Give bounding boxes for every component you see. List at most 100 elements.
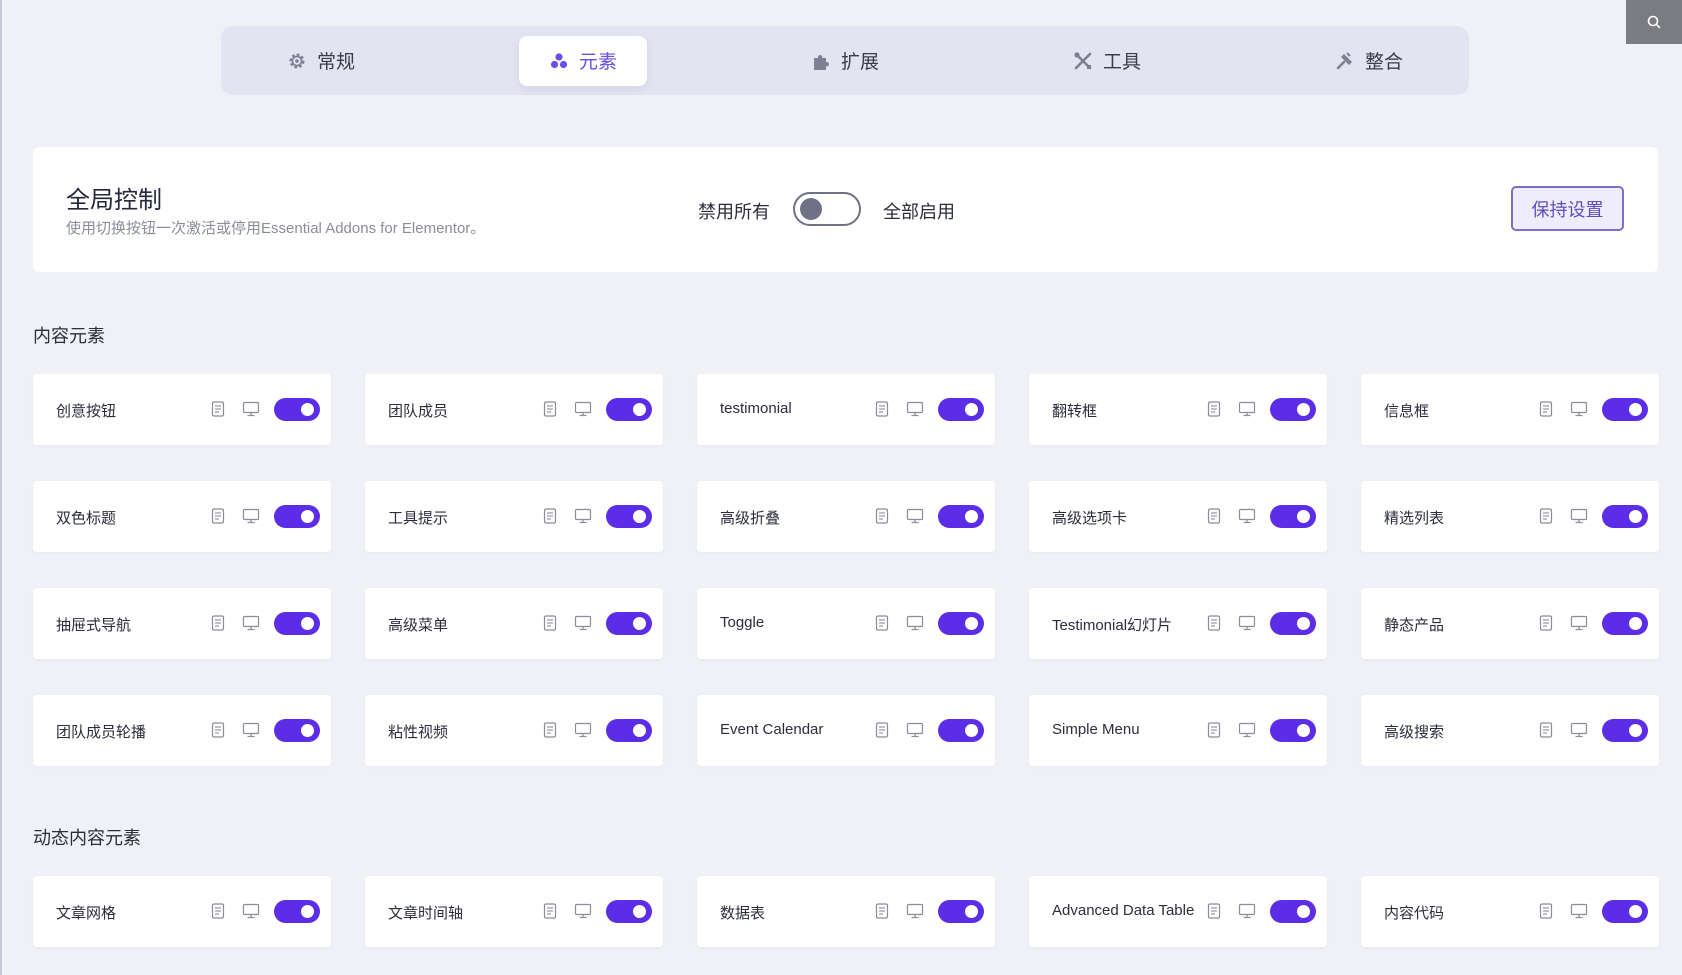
monitor-icon[interactable]: [906, 401, 924, 417]
monitor-icon[interactable]: [242, 615, 260, 631]
monitor-icon[interactable]: [574, 722, 592, 738]
element-name: 抽屉式导航: [56, 617, 132, 634]
monitor-icon[interactable]: [574, 903, 592, 919]
documentation-icon[interactable]: [211, 508, 225, 524]
documentation-icon[interactable]: [543, 508, 557, 524]
element-toggle[interactable]: [1270, 505, 1316, 528]
monitor-icon[interactable]: [1570, 508, 1588, 524]
documentation-icon[interactable]: [1539, 401, 1553, 417]
element-toggle[interactable]: [1270, 900, 1316, 923]
monitor-icon[interactable]: [574, 508, 592, 524]
tools-icon: [1074, 51, 1092, 69]
monitor-icon[interactable]: [906, 615, 924, 631]
monitor-icon[interactable]: [1570, 401, 1588, 417]
documentation-icon[interactable]: [875, 722, 889, 738]
element-card: 工具提示: [365, 481, 663, 552]
element-toggle[interactable]: [938, 505, 984, 528]
tab-tools[interactable]: 工具: [1043, 36, 1171, 86]
element-card: 文章时间轴: [365, 876, 663, 947]
documentation-icon[interactable]: [1207, 401, 1221, 417]
documentation-icon[interactable]: [211, 722, 225, 738]
element-toggle[interactable]: [1270, 612, 1316, 635]
documentation-icon[interactable]: [211, 401, 225, 417]
element-toggle[interactable]: [274, 505, 320, 528]
monitor-icon[interactable]: [242, 722, 260, 738]
monitor-icon[interactable]: [574, 615, 592, 631]
element-toggle[interactable]: [1602, 900, 1648, 923]
window-edge: [0, 0, 2, 975]
documentation-icon[interactable]: [543, 722, 557, 738]
element-toggle[interactable]: [274, 900, 320, 923]
element-card: 高级折叠: [697, 481, 995, 552]
toggle-knob: [633, 403, 646, 416]
monitor-icon[interactable]: [1238, 401, 1256, 417]
element-toggle[interactable]: [1270, 398, 1316, 421]
element-toggle[interactable]: [274, 612, 320, 635]
puzzle-icon: [813, 54, 829, 70]
element-toggle[interactable]: [1602, 612, 1648, 635]
monitor-icon[interactable]: [1238, 615, 1256, 631]
monitor-icon[interactable]: [1238, 508, 1256, 524]
monitor-icon[interactable]: [574, 401, 592, 417]
monitor-icon[interactable]: [1238, 722, 1256, 738]
element-toggle[interactable]: [606, 505, 652, 528]
documentation-icon[interactable]: [1207, 722, 1221, 738]
search-button[interactable]: [1626, 0, 1682, 44]
element-toggle[interactable]: [1602, 398, 1648, 421]
element-toggle[interactable]: [606, 719, 652, 742]
element-toggle[interactable]: [938, 900, 984, 923]
tab-extensions[interactable]: 扩展: [781, 36, 909, 86]
gear-icon: [289, 53, 305, 68]
tab-elements[interactable]: 元素: [518, 35, 647, 86]
documentation-icon[interactable]: [211, 615, 225, 631]
global-toggle[interactable]: [793, 192, 861, 226]
monitor-icon[interactable]: [242, 508, 260, 524]
element-toggle[interactable]: [1602, 505, 1648, 528]
documentation-icon[interactable]: [1539, 508, 1553, 524]
documentation-icon[interactable]: [875, 401, 889, 417]
element-toggle[interactable]: [938, 398, 984, 421]
tab-label: 扩展: [840, 52, 879, 73]
element-toggle[interactable]: [1270, 719, 1316, 742]
documentation-icon[interactable]: [1539, 615, 1553, 631]
monitor-icon[interactable]: [906, 903, 924, 919]
element-name: Simple Menu: [1052, 721, 1140, 738]
tab-general[interactable]: 常规: [257, 36, 385, 86]
element-card: Advanced Data Table: [1029, 876, 1327, 947]
documentation-icon[interactable]: [1207, 903, 1221, 919]
monitor-icon[interactable]: [1238, 903, 1256, 919]
monitor-icon[interactable]: [242, 903, 260, 919]
monitor-icon[interactable]: [906, 508, 924, 524]
monitor-icon[interactable]: [1570, 903, 1588, 919]
element-toggle[interactable]: [938, 612, 984, 635]
element-card: 内容代码: [1361, 876, 1659, 947]
save-settings-button[interactable]: 保持设置: [1511, 186, 1624, 231]
documentation-icon[interactable]: [543, 615, 557, 631]
section-title-content-elements: 内容元素: [33, 326, 105, 346]
documentation-icon[interactable]: [875, 615, 889, 631]
documentation-icon[interactable]: [543, 401, 557, 417]
documentation-icon[interactable]: [1539, 722, 1553, 738]
element-toggle[interactable]: [1602, 719, 1648, 742]
element-name: 高级折叠: [720, 510, 781, 527]
documentation-icon[interactable]: [1539, 903, 1553, 919]
element-toggle[interactable]: [606, 398, 652, 421]
documentation-icon[interactable]: [1207, 615, 1221, 631]
toggle-knob: [965, 403, 978, 416]
documentation-icon[interactable]: [1207, 508, 1221, 524]
monitor-icon[interactable]: [242, 401, 260, 417]
element-name: Advanced Data Table: [1052, 902, 1195, 919]
documentation-icon[interactable]: [875, 903, 889, 919]
element-toggle[interactable]: [606, 612, 652, 635]
element-toggle[interactable]: [274, 398, 320, 421]
element-toggle[interactable]: [274, 719, 320, 742]
element-toggle[interactable]: [606, 900, 652, 923]
documentation-icon[interactable]: [875, 508, 889, 524]
documentation-icon[interactable]: [543, 903, 557, 919]
documentation-icon[interactable]: [211, 903, 225, 919]
monitor-icon[interactable]: [1570, 722, 1588, 738]
element-toggle[interactable]: [938, 719, 984, 742]
monitor-icon[interactable]: [906, 722, 924, 738]
tab-integrations[interactable]: 整合: [1305, 36, 1433, 86]
monitor-icon[interactable]: [1570, 615, 1588, 631]
